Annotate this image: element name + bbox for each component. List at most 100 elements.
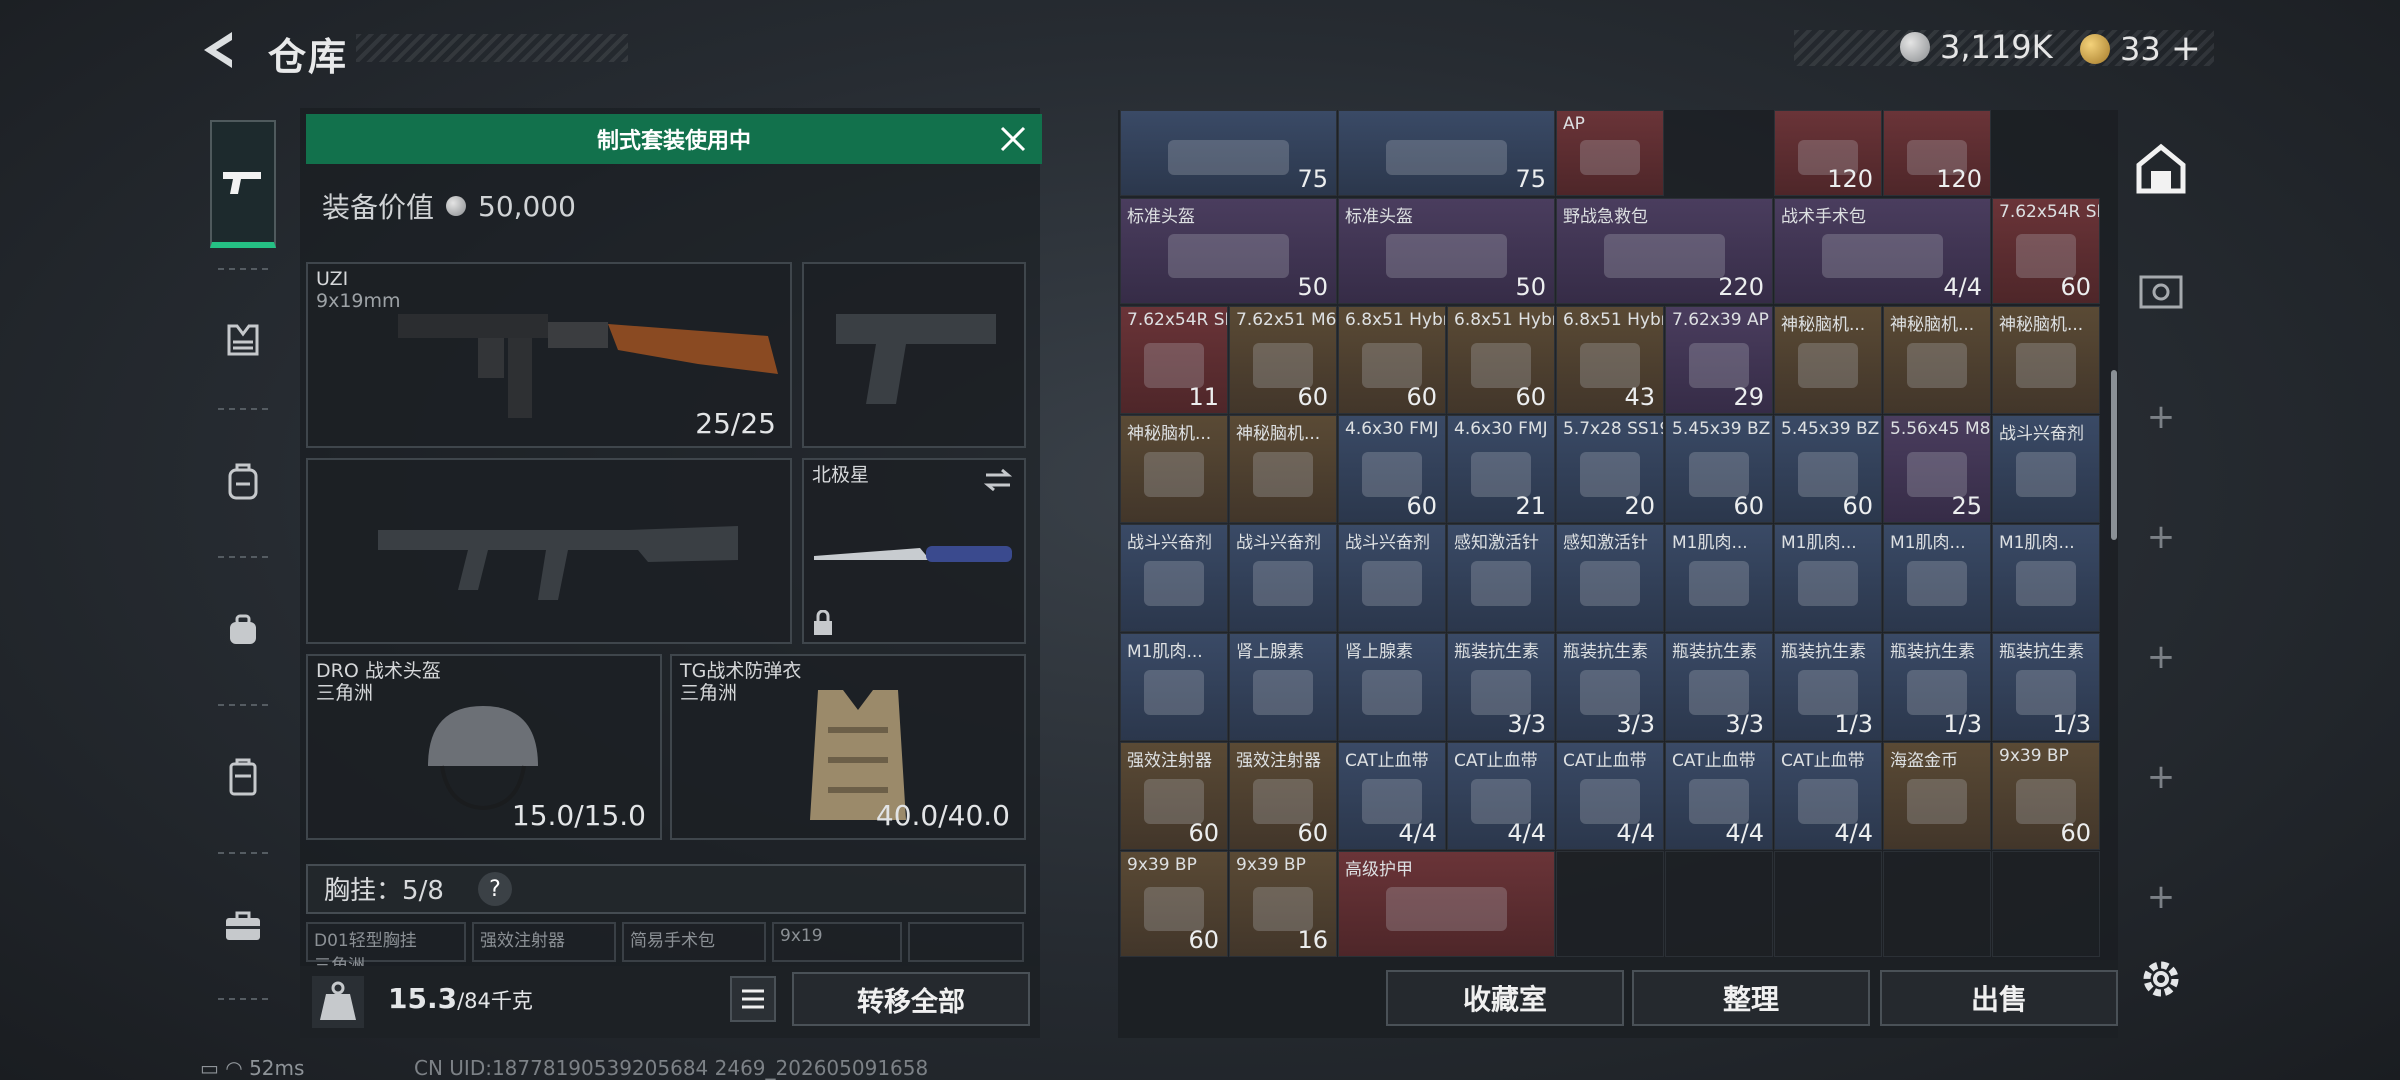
- stash-item[interactable]: 感知激活针: [1556, 524, 1664, 632]
- rig-slot-5[interactable]: [908, 922, 1024, 962]
- stash-item[interactable]: 6.8x51 Hybrid 60: [1338, 306, 1446, 414]
- stash-item[interactable]: M1肌肉...: [1992, 524, 2100, 632]
- stash-item[interactable]: 75: [1338, 110, 1555, 196]
- stash-item[interactable]: 神秘脑机...: [1774, 306, 1882, 414]
- stash-item[interactable]: M1肌肉...: [1774, 524, 1882, 632]
- stash-item[interactable]: 4.6x30 FMJ SX 60: [1338, 415, 1446, 523]
- stash-item[interactable]: 瓶装抗生素 3/3: [1447, 633, 1555, 741]
- stash-item[interactable]: 神秘脑机...: [1120, 415, 1228, 523]
- stash-item[interactable]: 5.56x45 M855A1 25: [1883, 415, 1991, 523]
- stash-item[interactable]: 9x39 BP 60: [1120, 851, 1228, 957]
- stash-scrollbar[interactable]: [2111, 370, 2117, 540]
- stash-item[interactable]: 7.62x51 M61 60: [1229, 306, 1337, 414]
- stash-item[interactable]: 高级护甲: [1338, 851, 1555, 957]
- stash-item[interactable]: 野战急救包 220: [1556, 198, 1773, 304]
- empty-stash-cell[interactable]: [1774, 851, 1882, 957]
- stash-item[interactable]: 6.8x51 Hybrid 43: [1556, 306, 1664, 414]
- swap-icon[interactable]: [982, 468, 1014, 492]
- stash-item[interactable]: 7.62x54R SNB 60: [1992, 198, 2100, 304]
- stash-item[interactable]: 瓶装抗生素 1/3: [1883, 633, 1991, 741]
- stash-item[interactable]: 肾上腺素: [1229, 633, 1337, 741]
- pistol-slot[interactable]: [802, 262, 1026, 448]
- rig-slot-1[interactable]: D01轻型胸挂三角洲: [306, 922, 466, 976]
- token-display[interactable]: 33 +: [2080, 28, 2201, 69]
- add-stash-tab-4[interactable]: +: [2126, 742, 2196, 812]
- empty-stash-cell[interactable]: [1665, 851, 1773, 957]
- rig-slot-2[interactable]: 强效注射器: [472, 922, 616, 962]
- empty-stash-cell[interactable]: [1556, 851, 1664, 957]
- stash-item[interactable]: CAT止血带 4/4: [1338, 742, 1446, 850]
- stash-item[interactable]: 5.45x39 BZ 60: [1774, 415, 1882, 523]
- sort-button[interactable]: 整理: [1632, 970, 1870, 1026]
- rig-slot-3[interactable]: 简易手术包: [622, 922, 766, 962]
- stash-item[interactable]: 强效注射器 60: [1229, 742, 1337, 850]
- stash-tab-main[interactable]: [2126, 134, 2196, 204]
- stash-item[interactable]: 肾上腺素: [1338, 633, 1446, 741]
- add-token-icon[interactable]: +: [2171, 28, 2201, 69]
- stash-item[interactable]: 战术手术包 4/4: [1774, 198, 1991, 304]
- stash-item[interactable]: 瓶装抗生素 1/3: [1992, 633, 2100, 741]
- stash-item[interactable]: 6.8x51 Hybrid 60: [1447, 306, 1555, 414]
- stash-item[interactable]: 9x39 BP 60: [1992, 742, 2100, 850]
- stash-item[interactable]: 战斗兴奋剂: [1992, 415, 2100, 523]
- stash-tab-secure[interactable]: [2126, 256, 2196, 326]
- help-button[interactable]: ?: [478, 872, 512, 906]
- stash-item[interactable]: 神秘脑机...: [1992, 306, 2100, 414]
- primary-weapon-slot[interactable]: UZI 9x19mm 25/25: [306, 262, 792, 448]
- nav-toolbox[interactable]: [210, 862, 276, 990]
- add-stash-tab-5[interactable]: +: [2126, 862, 2196, 932]
- settings-button[interactable]: [2126, 944, 2196, 1014]
- close-icon[interactable]: [998, 124, 1028, 154]
- armor-slot[interactable]: TG战术防弹衣 三角洲 40.0/40.0: [670, 654, 1026, 840]
- stash-item[interactable]: 强效注射器 60: [1120, 742, 1228, 850]
- nav-backpack[interactable]: [210, 418, 276, 546]
- stash-item[interactable]: AP: [1556, 110, 1664, 196]
- stash-item[interactable]: 战斗兴奋剂: [1229, 524, 1337, 632]
- add-stash-tab-2[interactable]: +: [2126, 502, 2196, 572]
- add-stash-tab-1[interactable]: +: [2126, 382, 2196, 452]
- stash-item[interactable]: 神秘脑机...: [1229, 415, 1337, 523]
- nav-chest-rig[interactable]: [210, 276, 276, 404]
- stash-item[interactable]: 75: [1120, 110, 1337, 196]
- stash-item[interactable]: 标准头盔 50: [1338, 198, 1555, 304]
- stash-item[interactable]: CAT止血带 4/4: [1556, 742, 1664, 850]
- nav-pouch[interactable]: [210, 566, 276, 694]
- stash-item[interactable]: CAT止血带 4/4: [1447, 742, 1555, 850]
- stash-item[interactable]: 120: [1883, 110, 1991, 196]
- stash-item[interactable]: M1肌肉...: [1120, 633, 1228, 741]
- stash-item[interactable]: CAT止血带 4/4: [1665, 742, 1773, 850]
- stash-item[interactable]: 海盗金币: [1883, 742, 1991, 850]
- list-view-button[interactable]: [730, 976, 776, 1022]
- stash-item[interactable]: 瓶装抗生素 1/3: [1774, 633, 1882, 741]
- secondary-weapon-slot[interactable]: [306, 458, 792, 644]
- nav-case[interactable]: [210, 714, 276, 842]
- stash-item[interactable]: 战斗兴奋剂: [1120, 524, 1228, 632]
- empty-stash-cell[interactable]: [1883, 851, 1991, 957]
- stash-item[interactable]: 9x39 BP 16: [1229, 851, 1337, 957]
- stash-item[interactable]: 7.62x54R SNB 11: [1120, 306, 1228, 414]
- collection-room-button[interactable]: 收藏室: [1386, 970, 1624, 1026]
- stash-item[interactable]: 神秘脑机...: [1883, 306, 1991, 414]
- helmet-slot[interactable]: DRO 战术头盔 三角洲 15.0/15.0: [306, 654, 662, 840]
- melee-slot[interactable]: 北极星: [802, 458, 1026, 644]
- stash-item[interactable]: 4.6x30 FMJ SX 21: [1447, 415, 1555, 523]
- stash-item[interactable]: 标准头盔 50: [1120, 198, 1337, 304]
- rig-slot-4[interactable]: 9x19: [772, 922, 902, 962]
- stash-item[interactable]: 7.62x39 AP SOB 29: [1665, 306, 1773, 414]
- back-arrow-icon[interactable]: [196, 26, 244, 74]
- nav-weapons[interactable]: [210, 120, 276, 248]
- currency-display[interactable]: 3,119K: [1900, 28, 2053, 66]
- stash-item[interactable]: 瓶装抗生素 3/3: [1665, 633, 1773, 741]
- stash-item[interactable]: 瓶装抗生素 3/3: [1556, 633, 1664, 741]
- stash-item[interactable]: CAT止血带 4/4: [1774, 742, 1882, 850]
- stash-item[interactable]: M1肌肉...: [1883, 524, 1991, 632]
- stash-item[interactable]: 120: [1774, 110, 1882, 196]
- transfer-all-button[interactable]: 转移全部: [792, 972, 1030, 1026]
- add-stash-tab-3[interactable]: +: [2126, 622, 2196, 692]
- stash-item[interactable]: 5.45x39 BZ 60: [1665, 415, 1773, 523]
- empty-stash-cell[interactable]: [1992, 851, 2100, 957]
- stash-item[interactable]: 战斗兴奋剂: [1338, 524, 1446, 632]
- stash-item[interactable]: M1肌肉...: [1665, 524, 1773, 632]
- stash-item[interactable]: 5.7x28 SS193 20: [1556, 415, 1664, 523]
- stash-item[interactable]: 感知激活针: [1447, 524, 1555, 632]
